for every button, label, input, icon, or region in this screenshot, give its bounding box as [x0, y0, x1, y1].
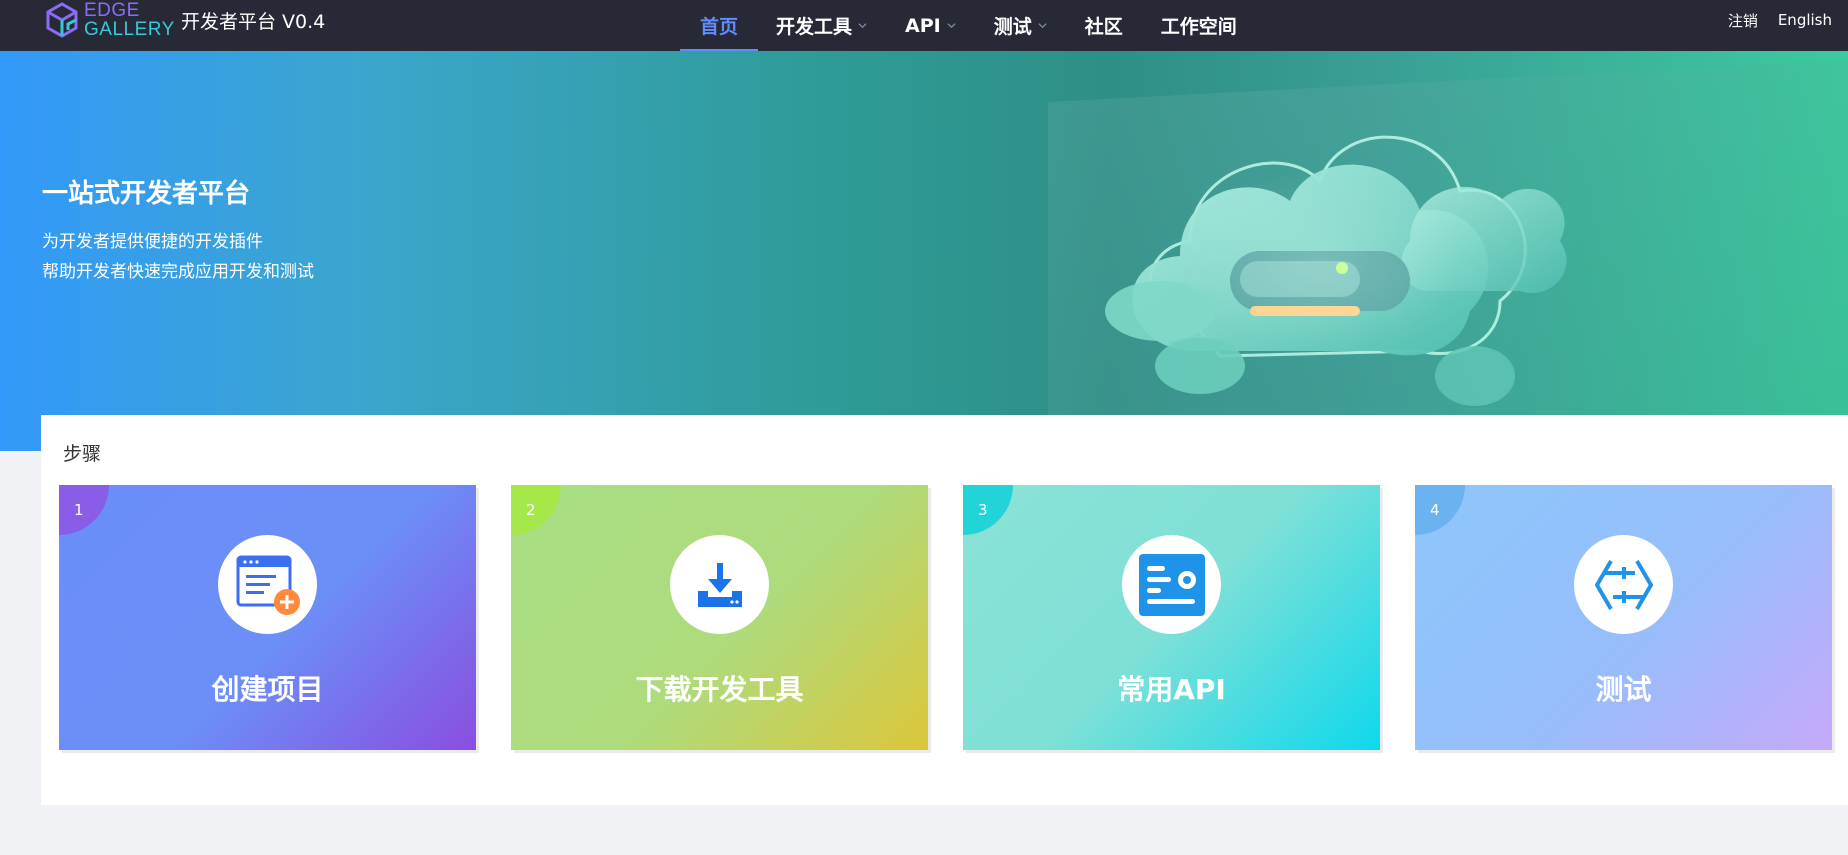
download-icon	[697, 562, 742, 607]
steps-title: 步骤	[63, 443, 102, 465]
cloud-illustration-icon	[1105, 135, 1567, 406]
nav-item-api[interactable]: API	[905, 0, 956, 51]
create-project-icon	[236, 555, 300, 615]
hero-subtitle-2: 帮助开发者快速完成应用开发和测试	[42, 262, 314, 282]
nav-label-workspace: 工作空间	[1160, 16, 1237, 38]
cube-logo-icon	[46, 2, 78, 38]
step-card-download-tools[interactable]: 2 下载开发工具	[511, 485, 928, 750]
top-navbar: EDGE GALLERY 开发者平台 V0.4 首页 开发工具 API 测试 社…	[0, 0, 1848, 51]
nav-item-workspace[interactable]: 工作空间	[1161, 0, 1237, 51]
chevron-down-icon	[858, 23, 867, 29]
step-number: 4	[1430, 501, 1440, 519]
step-number: 3	[978, 501, 988, 519]
step-icon-circle	[1122, 535, 1221, 634]
nav-label-api: API	[905, 14, 941, 37]
step-badge	[511, 485, 561, 535]
nav-right-actions: 注销 English	[1708, 0, 1832, 40]
hero-title: 一站式开发者平台	[42, 179, 251, 209]
nav-label-dev-tools: 开发工具	[776, 16, 853, 38]
logout-link[interactable]: 注销	[1728, 10, 1758, 31]
logo-text-gallery: GALLERY	[84, 19, 175, 40]
step-card-test[interactable]: 4 测试	[1415, 485, 1832, 750]
edgegallery-logo[interactable]: EDGE GALLERY	[46, 0, 175, 40]
nav-label-test: 测试	[993, 16, 1032, 38]
nav-item-test[interactable]: 测试	[994, 0, 1047, 51]
language-switch[interactable]: English	[1778, 11, 1832, 29]
main-nav: 首页 开发工具 API 测试 社区 工作空间	[679, 0, 1275, 51]
steps-section: 步骤 1 创建项目 2 下载开发工具 3 常用API 4 测试	[41, 415, 1848, 805]
step-label: 创建项目	[211, 673, 324, 706]
test-icon	[1594, 559, 1653, 610]
hero-subtitle-1: 为开发者提供便捷的开发插件	[42, 232, 263, 252]
step-badge	[963, 485, 1013, 535]
nav-item-dev-tools[interactable]: 开发工具	[776, 0, 867, 51]
step-label: 测试	[1595, 673, 1652, 706]
chevron-down-icon	[1038, 23, 1047, 29]
step-label: 常用API	[1117, 673, 1226, 706]
logo-text-edge: EDGE	[84, 0, 140, 21]
step-icon-circle	[218, 535, 317, 634]
step-card-common-api[interactable]: 3 常用API	[963, 485, 1380, 750]
step-icon-circle	[670, 535, 769, 634]
step-card-create-project[interactable]: 1 创建项目	[59, 485, 476, 750]
step-badge	[59, 485, 109, 535]
step-number: 1	[74, 501, 84, 519]
platform-title: 开发者平台 V0.4	[181, 11, 326, 33]
nav-item-community[interactable]: 社区	[1085, 0, 1123, 51]
nav-label-community: 社区	[1084, 16, 1123, 38]
nav-label-home: 首页	[700, 16, 739, 38]
chevron-down-icon	[947, 23, 956, 29]
step-icon-circle	[1574, 535, 1673, 634]
nav-item-home[interactable]: 首页	[679, 0, 759, 51]
step-number: 2	[526, 501, 536, 519]
hero-banner: 一站式开发者平台 为开发者提供便捷的开发插件 帮助开发者快速完成应用开发和测试	[0, 51, 1848, 451]
api-icon	[1138, 553, 1205, 616]
step-badge	[1415, 485, 1465, 535]
step-label: 下载开发工具	[635, 673, 804, 706]
